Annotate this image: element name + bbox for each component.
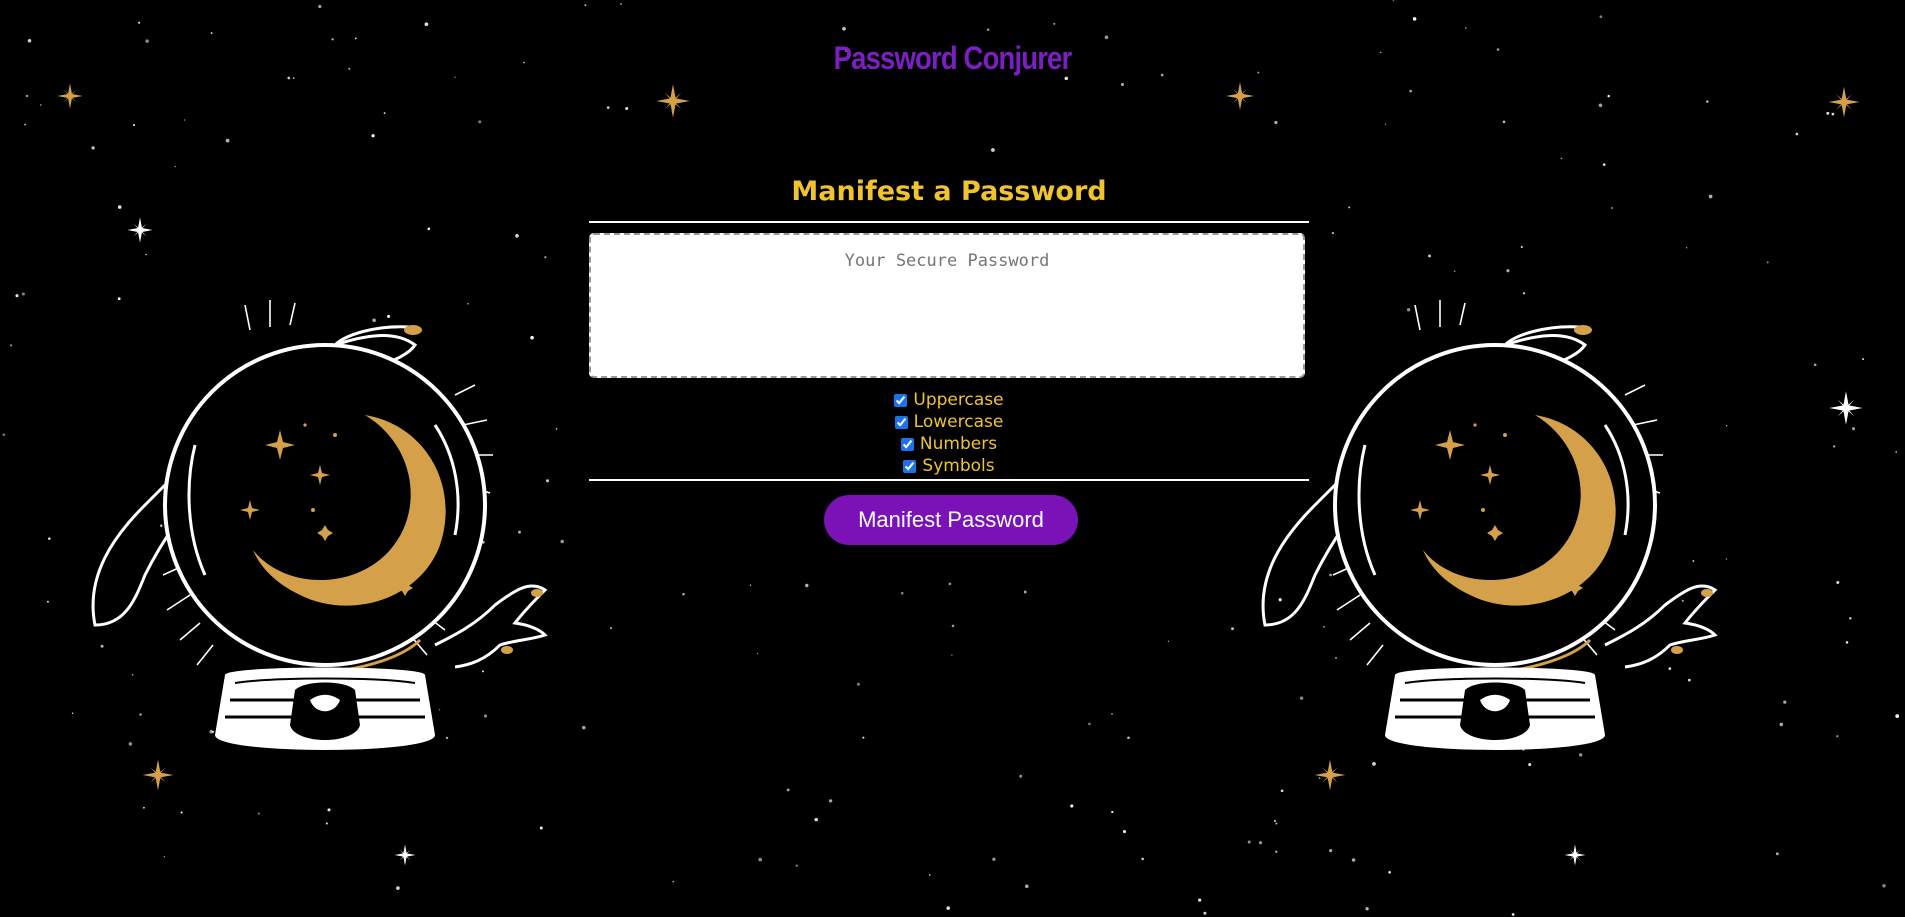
symbols-checkbox[interactable] [903, 459, 917, 473]
page: Password Conjurer Manifest a Password Up… [0, 0, 1905, 917]
option-numbers[interactable]: Numbers [900, 433, 998, 455]
option-symbols[interactable]: Symbols [903, 455, 995, 477]
site-title: Password Conjurer [833, 40, 1073, 76]
lowercase-checkbox[interactable] [894, 415, 908, 429]
crystal-ball-right [1261, 298, 1717, 752]
lowercase-label: Lowercase [913, 412, 1004, 432]
manifest-password-button[interactable]: Manifest Password [824, 495, 1078, 545]
numbers-checkbox[interactable] [900, 437, 914, 451]
uppercase-checkbox[interactable] [894, 393, 908, 407]
generator-heading: Manifest a Password [791, 176, 1107, 207]
generator-panel: Manifest a Password Uppercase Lowercase … [589, 172, 1309, 545]
option-uppercase[interactable]: Uppercase [894, 389, 1004, 411]
character-options: Uppercase Lowercase Numbers Symbols [589, 389, 1309, 477]
divider-bottom [589, 479, 1309, 481]
option-lowercase[interactable]: Lowercase [894, 411, 1004, 433]
password-output[interactable] [589, 233, 1305, 378]
symbols-label: Symbols [922, 456, 995, 476]
divider-top [589, 221, 1309, 223]
numbers-label: Numbers [919, 434, 998, 454]
uppercase-label: Uppercase [913, 390, 1004, 410]
